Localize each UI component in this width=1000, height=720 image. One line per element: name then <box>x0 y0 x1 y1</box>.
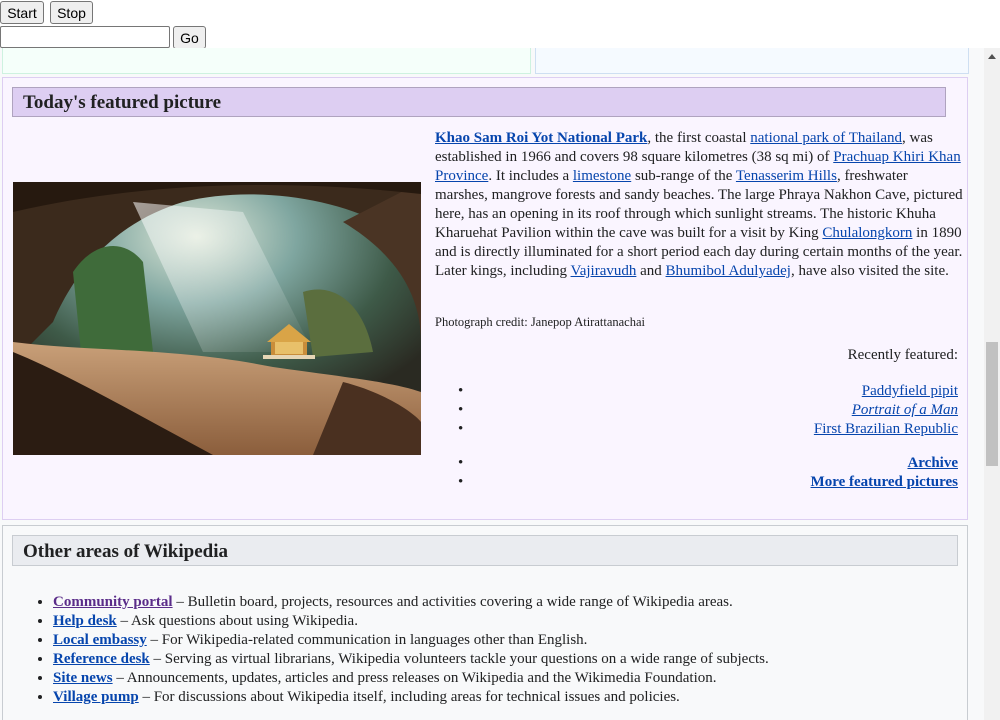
cave-photo-image <box>13 182 421 455</box>
go-button[interactable]: Go <box>173 26 206 49</box>
reference-desk-link[interactable]: Reference desk <box>53 651 150 667</box>
page-viewport: Today's featured picture Khao Sam Roi Yo… <box>0 48 984 720</box>
photo-credit: Photograph credit: Janepop Atirattanacha… <box>435 315 646 329</box>
recent-item-link[interactable]: First Brazilian Republic <box>814 421 958 437</box>
list-item: More featured pictures <box>458 473 958 492</box>
featured-title-link[interactable]: Khao Sam Roi Yot National Park <box>435 130 647 146</box>
blurb-text: sub-range of the <box>631 168 736 184</box>
bhumibol-link[interactable]: Bhumibol Adulyadej <box>666 263 791 279</box>
featured-picture-section: Today's featured picture Khao Sam Roi Yo… <box>2 77 968 520</box>
blurb-text: . It includes a <box>488 168 573 184</box>
item-description: – For Wikipedia-related communication in… <box>146 632 588 648</box>
featured-photo[interactable] <box>13 182 421 455</box>
tenasserim-hills-link[interactable]: Tenasserim Hills <box>736 168 837 184</box>
other-areas-section: Other areas of Wikipedia Community porta… <box>2 525 968 720</box>
blurb-text: and <box>636 263 666 279</box>
community-portal-link[interactable]: Community portal <box>53 594 173 610</box>
scrollbar-thumb[interactable] <box>986 342 998 466</box>
help-desk-link[interactable]: Help desk <box>53 613 117 629</box>
list-item: Reference desk – Serving as virtual libr… <box>53 650 769 669</box>
recent-item-link[interactable]: Paddyfield pipit <box>862 383 958 399</box>
featured-more-list: Archive More featured pictures <box>458 454 958 492</box>
site-news-link[interactable]: Site news <box>53 670 113 686</box>
stop-button[interactable]: Stop <box>50 1 93 24</box>
vajiravudh-link[interactable]: Vajiravudh <box>571 263 637 279</box>
blurb-text: , have also visited the site. <box>790 263 949 279</box>
url-input[interactable] <box>0 26 170 48</box>
start-button[interactable]: Start <box>0 1 44 24</box>
list-item: Archive <box>458 454 958 473</box>
scroll-up-arrow-icon[interactable] <box>988 54 996 59</box>
recent-item-link[interactable]: Portrait of a Man <box>852 402 958 418</box>
item-description: – For discussions about Wikipedia itself… <box>138 689 680 705</box>
list-item: Paddyfield pipit <box>458 382 958 401</box>
archive-link[interactable]: Archive <box>907 455 958 471</box>
other-areas-heading: Other areas of Wikipedia <box>12 535 958 566</box>
limestone-link[interactable]: limestone <box>573 168 631 184</box>
list-item: Local embassy – For Wikipedia-related co… <box>53 631 769 650</box>
item-description: – Announcements, updates, articles and p… <box>112 670 717 686</box>
other-areas-list: Community portal – Bulletin board, proje… <box>53 593 769 707</box>
national-park-link[interactable]: national park of Thailand <box>750 130 902 146</box>
list-item: Village pump – For discussions about Wik… <box>53 688 769 707</box>
item-description: – Serving as virtual librarians, Wikiped… <box>149 651 769 667</box>
featured-blurb: Khao Sam Roi Yot National Park, the firs… <box>435 129 963 281</box>
item-description: – Bulletin board, projects, resources an… <box>172 594 733 610</box>
list-item: Help desk – Ask questions about using Wi… <box>53 612 769 631</box>
recently-featured-list: Paddyfield pipit Portrait of a Man First… <box>458 382 958 439</box>
vertical-scrollbar[interactable] <box>984 48 1000 720</box>
recently-featured-label: Recently featured: <box>847 347 958 363</box>
blurb-text: , the first coastal <box>647 130 751 146</box>
featured-picture-heading: Today's featured picture <box>12 87 946 117</box>
list-item: Site news – Announcements, updates, arti… <box>53 669 769 688</box>
item-description: – Ask questions about using Wikipedia. <box>116 613 358 629</box>
list-item: First Brazilian Republic <box>458 420 958 439</box>
village-pump-link[interactable]: Village pump <box>53 689 139 705</box>
list-item: Community portal – Bulletin board, proje… <box>53 593 769 612</box>
more-featured-pictures-link[interactable]: More featured pictures <box>811 474 958 490</box>
local-embassy-link[interactable]: Local embassy <box>53 632 147 648</box>
previous-section-left <box>2 48 531 74</box>
chulalongkorn-link[interactable]: Chulalongkorn <box>822 225 912 241</box>
previous-section-right <box>535 48 969 74</box>
list-item: Portrait of a Man <box>458 401 958 420</box>
